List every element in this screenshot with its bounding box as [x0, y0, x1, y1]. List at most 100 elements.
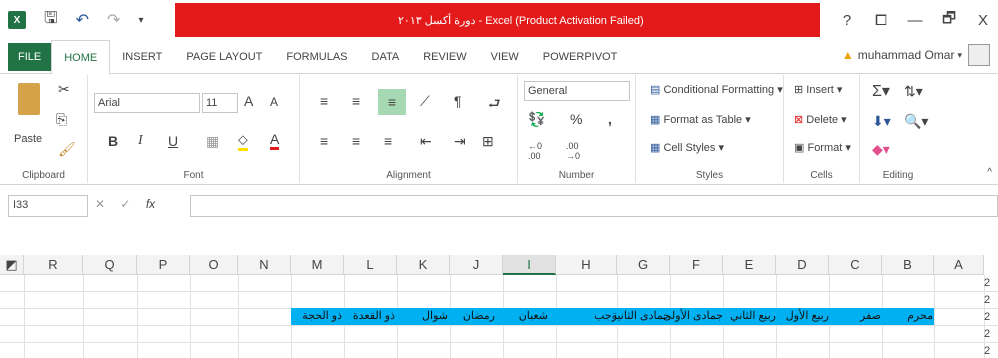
column-header-d[interactable]: D — [776, 255, 829, 275]
cell-styles-button[interactable]: ▦ Cell Styles ▾ — [650, 141, 724, 154]
increase-decimal-button[interactable]: ←0 .00 — [528, 141, 552, 161]
name-box[interactable]: I33 — [8, 195, 88, 217]
cell-b-muharram[interactable]: محرم — [907, 308, 933, 325]
orientation-icon[interactable]: ⟋ — [420, 93, 430, 110]
decrease-indent-icon[interactable]: ⇤ — [420, 133, 432, 150]
enter-icon[interactable]: ✓ — [120, 197, 130, 211]
column-header-h[interactable]: H — [556, 255, 617, 275]
grow-font-button[interactable]: A — [244, 93, 253, 109]
cell-e-rabi-al-thani[interactable]: ربيع الثاني — [730, 308, 776, 325]
column-header-r[interactable]: R — [24, 255, 83, 275]
column-header-e[interactable]: E — [723, 255, 776, 275]
column-header-f[interactable]: F — [670, 255, 723, 275]
cell-l-dhu-al-qadah[interactable]: ذو القعدة — [353, 308, 395, 325]
close-button[interactable]: X — [968, 12, 998, 29]
row-number[interactable]: 2 — [984, 292, 998, 309]
column-header-m[interactable]: M — [291, 255, 344, 275]
row-number[interactable]: 2 — [984, 309, 998, 326]
ribbon-display-button[interactable]: ⧠ — [866, 12, 896, 29]
tab-view[interactable]: VIEW — [479, 40, 531, 74]
tab-insert[interactable]: INSERT — [110, 40, 174, 74]
align-top-icon[interactable]: ≡ — [320, 93, 328, 109]
align-bottom-icon[interactable]: ≡ — [378, 89, 406, 115]
insert-function-icon[interactable]: fx — [146, 197, 155, 211]
table-row[interactable] — [0, 275, 998, 292]
tab-formulas[interactable]: FORMULAS — [274, 40, 359, 74]
column-header-c[interactable]: C — [829, 255, 882, 275]
row-number[interactable]: 2 — [984, 326, 998, 343]
undo-icon[interactable]: ↶ — [76, 10, 89, 30]
font-name-select[interactable]: Arial — [94, 93, 200, 113]
number-format-select[interactable]: General — [524, 81, 630, 101]
tab-file[interactable]: FILE — [8, 42, 52, 71]
column-header-n[interactable]: N — [238, 255, 291, 275]
column-header-b[interactable]: B — [882, 255, 934, 275]
help-button[interactable]: ? — [832, 12, 862, 29]
collapse-ribbon-icon[interactable]: ^ — [987, 167, 992, 178]
row-number[interactable]: 2 — [984, 275, 998, 292]
table-row[interactable] — [0, 326, 998, 343]
conditional-formatting-button[interactable]: ▤ Conditional Formatting ▾ — [650, 83, 783, 96]
insert-cells-button[interactable]: ⊞ Insert ▾ — [794, 83, 842, 96]
cell-g-jumada-al-akhira[interactable]: جمادى الثانية — [612, 308, 670, 325]
user-account[interactable]: ▲ muhammad Omar ▾ — [842, 44, 990, 66]
format-as-table-button[interactable]: ▦ Format as Table ▾ — [650, 113, 751, 126]
column-header-p[interactable]: P — [137, 255, 190, 275]
underline-button[interactable]: U — [168, 133, 178, 149]
column-header-g[interactable]: G — [617, 255, 670, 275]
bold-button[interactable]: B — [108, 133, 118, 149]
cancel-icon[interactable]: ✕ — [95, 197, 105, 211]
save-icon[interactable]: 🖫 — [44, 7, 58, 34]
italic-button[interactable]: I — [138, 133, 143, 149]
column-header-o[interactable]: O — [190, 255, 238, 275]
tab-powerpivot[interactable]: POWERPIVOT — [531, 40, 630, 74]
cell-f-jumada-al-ula[interactable]: جمادى الأولى — [663, 308, 723, 325]
merge-center-icon[interactable]: ⊞ — [482, 133, 494, 150]
cell-k-shawwal[interactable]: شوال — [422, 308, 448, 325]
column-header-a[interactable]: A — [934, 255, 984, 275]
comma-button[interactable]: , — [608, 111, 612, 127]
autosum-icon[interactable]: Σ▾ — [872, 81, 890, 101]
paste-icon[interactable] — [18, 83, 40, 115]
text-direction-icon[interactable]: ¶ — [454, 93, 462, 109]
accounting-format-icon[interactable]: 💱 — [528, 111, 545, 128]
formula-input[interactable] — [190, 195, 998, 217]
table-row[interactable] — [0, 292, 998, 309]
cell-i-shaban[interactable]: شعبان — [519, 308, 548, 325]
delete-cells-button[interactable]: ⊠ Delete ▾ — [794, 113, 847, 126]
select-all-corner[interactable]: ◩ — [0, 255, 24, 275]
sort-filter-icon[interactable]: ⇅▾ — [904, 83, 923, 100]
align-middle-icon[interactable]: ≡ — [352, 93, 360, 109]
row-number[interactable]: 2 — [984, 343, 998, 358]
format-cells-button[interactable]: ▣ Format ▾ — [794, 141, 851, 154]
tab-review[interactable]: REVIEW — [411, 40, 478, 74]
wrap-text-icon[interactable]: ⮐ — [488, 93, 501, 117]
paste-button[interactable]: Paste — [14, 133, 42, 145]
restore-button[interactable]: 🗗 — [934, 8, 964, 33]
percent-button[interactable]: % — [570, 111, 582, 127]
borders-icon[interactable]: ▦ — [206, 133, 219, 150]
fill-icon[interactable]: ⬇▾ — [872, 113, 891, 130]
font-size-select[interactable]: 11 — [202, 93, 238, 113]
tab-data[interactable]: DATA — [360, 40, 412, 74]
column-header-q[interactable]: Q — [83, 255, 137, 275]
table-row[interactable] — [0, 343, 998, 358]
fill-color-icon[interactable]: ⬦ — [238, 131, 248, 151]
shrink-font-button[interactable]: A — [270, 95, 278, 109]
align-right-icon[interactable]: ≡ — [384, 133, 392, 149]
decrease-decimal-button[interactable]: .00 →0 — [566, 141, 590, 161]
column-header-k[interactable]: K — [397, 255, 450, 275]
cell-h-rajab[interactable]: رجب — [594, 308, 617, 325]
column-header-j[interactable]: J — [450, 255, 503, 275]
align-center-icon[interactable]: ≡ — [352, 133, 360, 149]
cut-icon[interactable]: ✂ — [58, 81, 70, 98]
clear-icon[interactable]: ◆▾ — [872, 141, 890, 158]
cell-c-safar[interactable]: صفر — [860, 308, 881, 325]
worksheet-grid[interactable]: ◩ R Q P O N M L K J I H G F E D C B A 2 … — [0, 255, 998, 358]
cell-d-rabi-al-awwal[interactable]: ربيع الأول — [786, 308, 829, 325]
align-left-icon[interactable]: ≡ — [320, 133, 328, 149]
minimize-button[interactable]: — — [900, 12, 930, 29]
copy-icon[interactable]: ⎘ — [56, 111, 67, 128]
tab-home[interactable]: HOME — [51, 39, 111, 75]
tab-page-layout[interactable]: PAGE LAYOUT — [174, 40, 274, 74]
